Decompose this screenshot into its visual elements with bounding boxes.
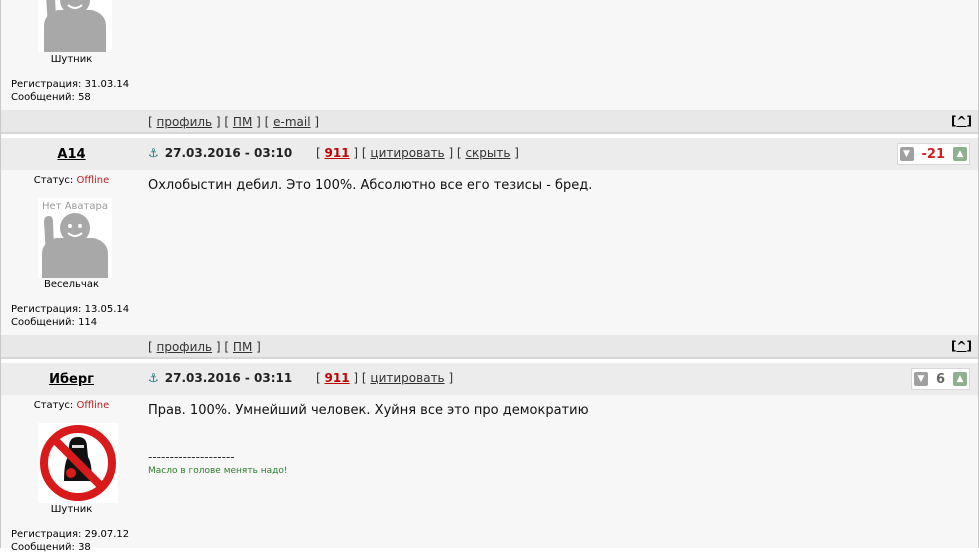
email-link[interactable]: e-mail [273, 115, 310, 129]
no-avatar-label: Нет Аватара [42, 201, 108, 212]
post-links: [ профиль ] [ ПМ ] [ e-mail ] [148, 115, 320, 129]
post-date: 27.03.2016 - 03:10 [164, 146, 293, 160]
scroll-top-button[interactable]: [^] [951, 114, 972, 128]
post-number-link[interactable]: 911 [325, 371, 350, 385]
message-count: 58 [78, 92, 91, 103]
quote-link[interactable]: цитировать [370, 146, 444, 160]
scroll-top-button[interactable]: [^] [951, 339, 972, 353]
signature: Масло в голове менять надо! [148, 466, 288, 476]
post-links: [ профиль ] [ ПМ ] [148, 340, 261, 354]
post-2-user-panel: Статус: Offline Нет Аватара Весельчак Ре… [1, 170, 142, 335]
profile-link[interactable]: профиль [157, 115, 213, 129]
post-text: Охлобыстин дебил. Это 100%. Абсолютно вс… [148, 178, 593, 193]
user-rank: Шутник [50, 504, 93, 515]
signature-divider: -------------------- [148, 450, 235, 464]
post-rating: ▼ -21 ▲ [896, 143, 970, 165]
thumbs-up-icon[interactable]: ▲ [953, 372, 967, 386]
anchor-icon[interactable]: ⚓ [148, 146, 159, 160]
post-date: 27.03.2016 - 03:11 [164, 371, 293, 385]
pm-link[interactable]: ПМ [233, 340, 252, 354]
pm-link[interactable]: ПМ [233, 115, 252, 129]
anchor-icon[interactable]: ⚓ [148, 371, 159, 385]
profile-link[interactable]: профиль [157, 340, 213, 354]
post-text: Прав. 100%. Умнейший человек. Хуйня все … [148, 403, 589, 418]
post-2: Статус: Offline Нет Аватара Весельчак Ре… [1, 170, 978, 335]
user-meta: Регистрация: 31.03.14 Сообщений: 58 [11, 79, 130, 103]
thumbs-up-icon[interactable]: ▲ [953, 147, 967, 161]
post-1-body [144, 0, 978, 110]
registration-date: 29.07.12 [84, 529, 130, 540]
post-separator [1, 132, 978, 134]
user-meta: Регистрация: 13.05.14 Сообщений: 114 [11, 304, 130, 328]
post-3-user-panel: Статус: Offline Шутник Регистрация: 29.0… [1, 395, 142, 553]
post-3: Статус: Offline Шутник Регистрация: 29.0… [1, 395, 978, 553]
user-meta: Регистрация: 29.07.12 Сообщений: 38 [11, 529, 130, 553]
post-meta: ⚓ 27.03.2016 - 03:11 [ 911 ] [ цитировать… [148, 371, 454, 385]
post-1-footer: [ профиль ] [ ПМ ] [ e-mail ] [^] [1, 110, 978, 132]
post-2-body: Охлобыстин дебил. Это 100%. Абсолютно вс… [144, 170, 978, 335]
post-number-link[interactable]: 911 [325, 146, 350, 160]
registration-date: 31.03.14 [84, 79, 130, 90]
post-separator [1, 357, 978, 359]
avatar [38, 423, 118, 503]
rating-value: -21 [921, 146, 946, 162]
user-rank: Весельчак [43, 279, 100, 290]
post-2-header: A14 ⚓ 27.03.2016 - 03:10 [ 911 ] [ цитиро… [1, 138, 978, 170]
author-name[interactable]: A14 [1, 147, 142, 162]
post-3-body: Прав. 100%. Умнейший человек. Хуйня все … [144, 395, 978, 548]
avatar [38, 0, 112, 52]
post-meta: ⚓ 27.03.2016 - 03:10 [ 911 ] [ цитировать… [148, 146, 519, 160]
registration-date: 13.05.14 [84, 304, 130, 315]
post-2-footer: [ профиль ] [ ПМ ] [^] [1, 335, 978, 357]
user-status: Статус: Offline [33, 175, 110, 186]
user-status: Статус: Offline [33, 400, 110, 411]
post-1: Шутник Регистрация: 31.03.14 Сообщений: … [1, 0, 978, 110]
avatar: Нет Аватара [38, 198, 112, 278]
thumbs-down-icon[interactable]: ▼ [913, 372, 928, 386]
forum-thread: Шутник Регистрация: 31.03.14 Сообщений: … [0, 0, 979, 553]
post-3-header: Иберг ⚓ 27.03.2016 - 03:11 [ 911 ] [ цити… [1, 363, 978, 395]
user-rank: Шутник [50, 54, 93, 65]
post-1-user-panel: Шутник Регистрация: 31.03.14 Сообщений: … [1, 0, 142, 110]
thumbs-down-icon[interactable]: ▼ [899, 147, 914, 161]
quote-link[interactable]: цитировать [370, 371, 444, 385]
author-name[interactable]: Иберг [1, 372, 142, 387]
rating-value: 6 [935, 371, 945, 387]
message-count: 114 [78, 317, 98, 328]
post-rating: ▼ 6 ▲ [910, 368, 970, 390]
hide-link[interactable]: скрыть [465, 146, 510, 160]
